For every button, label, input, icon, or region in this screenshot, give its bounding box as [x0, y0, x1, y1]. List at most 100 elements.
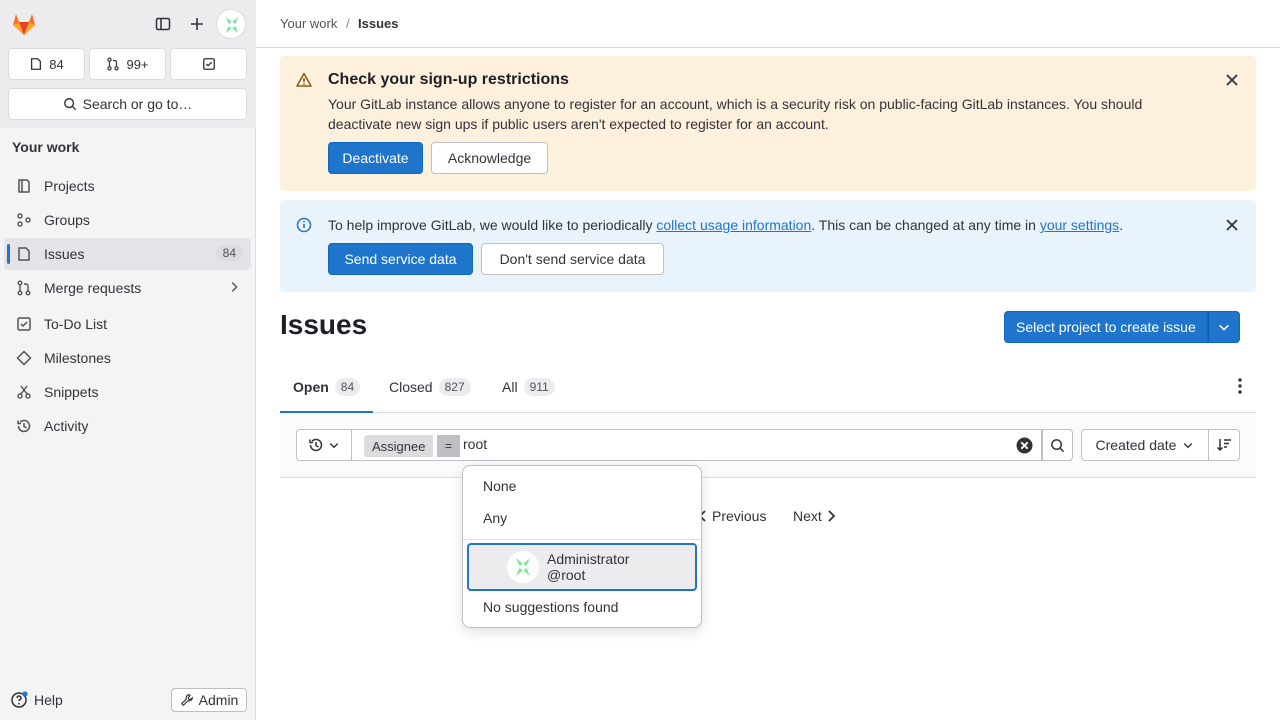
sidebar-item-label: Merge requests — [44, 280, 142, 296]
sidebar-item-todo-list[interactable]: To-Do List — [4, 308, 251, 340]
gitlab-logo-icon[interactable] — [10, 10, 38, 38]
search-icon — [63, 98, 76, 111]
merge-request-icon — [17, 280, 31, 296]
suggestion-user[interactable]: Administrator @root — [467, 543, 697, 591]
deactivate-button[interactable]: Deactivate — [328, 142, 423, 174]
clear-icon[interactable] — [1016, 437, 1033, 454]
issues-icon — [31, 58, 42, 70]
admin-button[interactable]: Admin — [171, 688, 247, 712]
collect-usage-link[interactable]: collect usage information — [656, 217, 811, 233]
tab-count: 911 — [523, 378, 555, 396]
info-icon — [296, 217, 312, 233]
tab-open[interactable]: Open 84 — [280, 362, 374, 413]
sidebar-item-merge-requests[interactable]: Merge requests — [4, 272, 251, 304]
alert-body: To help improve GitLab, we would like to… — [328, 215, 1208, 235]
tab-label: Open — [293, 378, 329, 395]
sort-lowest-icon — [1216, 439, 1231, 452]
toggle-sidebar-icon[interactable] — [149, 10, 177, 38]
more-actions-icon[interactable] — [1232, 377, 1248, 395]
assignee-suggestions-dropdown: None Any Administrator @root No suggesti… — [462, 465, 702, 628]
chevron-down-icon — [1218, 324, 1229, 331]
project-icon — [18, 179, 30, 193]
close-icon[interactable] — [1224, 72, 1240, 88]
your-settings-link[interactable]: your settings — [1040, 217, 1119, 233]
filter-token-name[interactable]: Assignee — [364, 435, 434, 457]
sidebar-item-label: Issues — [44, 246, 85, 262]
group-icon — [17, 213, 31, 227]
recent-searches-button[interactable] — [296, 429, 352, 461]
issues-icon — [18, 247, 30, 261]
breadcrumb-separator: / — [346, 16, 350, 31]
filter-token-operator[interactable]: = — [437, 435, 460, 457]
todo-button[interactable] — [170, 48, 247, 80]
help-label: Help — [34, 692, 63, 708]
usage-data-alert: To help improve GitLab, we would like to… — [280, 200, 1256, 292]
warning-icon — [296, 72, 312, 87]
acknowledge-button[interactable]: Acknowledge — [431, 142, 548, 174]
sort-by-dropdown[interactable]: Created date — [1081, 429, 1209, 461]
tab-all[interactable]: All 911 — [489, 362, 568, 412]
top-bar: Your work / Issues — [256, 0, 1280, 48]
todo-icon — [17, 317, 31, 331]
snippet-icon — [17, 385, 31, 399]
sidebar-item-issues[interactable]: Issues 84 — [4, 238, 251, 270]
suggestion-any[interactable]: Any — [483, 510, 507, 526]
history-icon — [309, 438, 323, 452]
sidebar-item-snippets[interactable]: Snippets — [4, 376, 251, 408]
divider — [463, 539, 701, 540]
search-label: Search or go to… — [82, 96, 193, 112]
chevron-down-icon — [1184, 443, 1193, 449]
help-icon — [11, 691, 28, 708]
alert-body: Your GitLab instance allows anyone to re… — [328, 96, 1143, 132]
page-title: Issues — [280, 309, 368, 340]
search-submit-button[interactable] — [1042, 429, 1073, 461]
create-new-icon[interactable] — [183, 10, 211, 38]
sidebar-item-label: Groups — [44, 212, 90, 228]
chevron-down-icon — [329, 443, 339, 449]
history-icon — [17, 419, 31, 433]
sidebar-section-title: Your work — [12, 139, 80, 155]
issue-count: 84 — [49, 56, 64, 72]
sidebar: 84 99+ Search or go to… Your work Projec… — [0, 0, 256, 720]
issue-state-tabs: Open 84 Closed 827 All 911 — [280, 362, 1256, 413]
tab-label: All — [502, 379, 518, 395]
signup-restrictions-alert: Check your sign-up restrictions Your Git… — [280, 56, 1256, 191]
sidebar-item-label: Milestones — [44, 350, 111, 366]
create-issue-split-button: Select project to create issue — [1004, 311, 1240, 343]
assigned-issues-button[interactable]: 84 — [8, 48, 85, 80]
merge-requests-button[interactable]: 99+ — [89, 48, 166, 80]
help-button[interactable]: Help — [10, 688, 63, 712]
create-issue-button[interactable]: Select project to create issue — [1004, 311, 1208, 343]
create-issue-dropdown-toggle[interactable] — [1207, 311, 1240, 343]
sidebar-item-activity[interactable]: Activity — [4, 410, 251, 442]
filter-bar: Assignee = root Created date — [280, 413, 1256, 478]
filter-token-value[interactable]: root — [463, 436, 487, 452]
search-button[interactable]: Search or go to… — [8, 88, 247, 120]
usage-text: . — [1119, 217, 1124, 233]
suggestion-none[interactable]: None — [483, 478, 516, 494]
chevron-right-icon — [231, 282, 238, 292]
sort-direction-button[interactable] — [1208, 429, 1240, 461]
user-text: Administrator @root — [547, 551, 629, 583]
breadcrumb-parent[interactable]: Your work — [280, 16, 337, 31]
previous-label: Previous — [712, 508, 767, 524]
sort-label: Created date — [1095, 437, 1177, 453]
tab-closed[interactable]: Closed 827 — [376, 362, 484, 412]
close-icon[interactable] — [1224, 217, 1240, 233]
sidebar-item-groups[interactable]: Groups — [4, 204, 251, 236]
previous-page-button[interactable]: Previous — [698, 508, 766, 524]
issues-count-badge: 84 — [215, 245, 243, 261]
user-avatar[interactable] — [216, 9, 246, 39]
send-service-data-button[interactable]: Send service data — [328, 243, 473, 275]
next-page-button[interactable]: Next — [793, 508, 836, 524]
sidebar-item-projects[interactable]: Projects — [4, 170, 251, 202]
usage-text: . This can be changed at any time in — [811, 217, 1040, 233]
filtered-search-input[interactable]: Assignee = root — [351, 429, 1042, 461]
sidebar-item-milestones[interactable]: Milestones — [4, 342, 251, 374]
wrench-icon — [180, 694, 193, 707]
dont-send-service-data-button[interactable]: Don't send service data — [481, 243, 664, 275]
breadcrumb-current[interactable]: Issues — [358, 16, 398, 31]
user-avatar — [507, 551, 539, 583]
sidebar-item-label: Activity — [44, 418, 89, 434]
chevron-right-icon — [828, 510, 836, 522]
